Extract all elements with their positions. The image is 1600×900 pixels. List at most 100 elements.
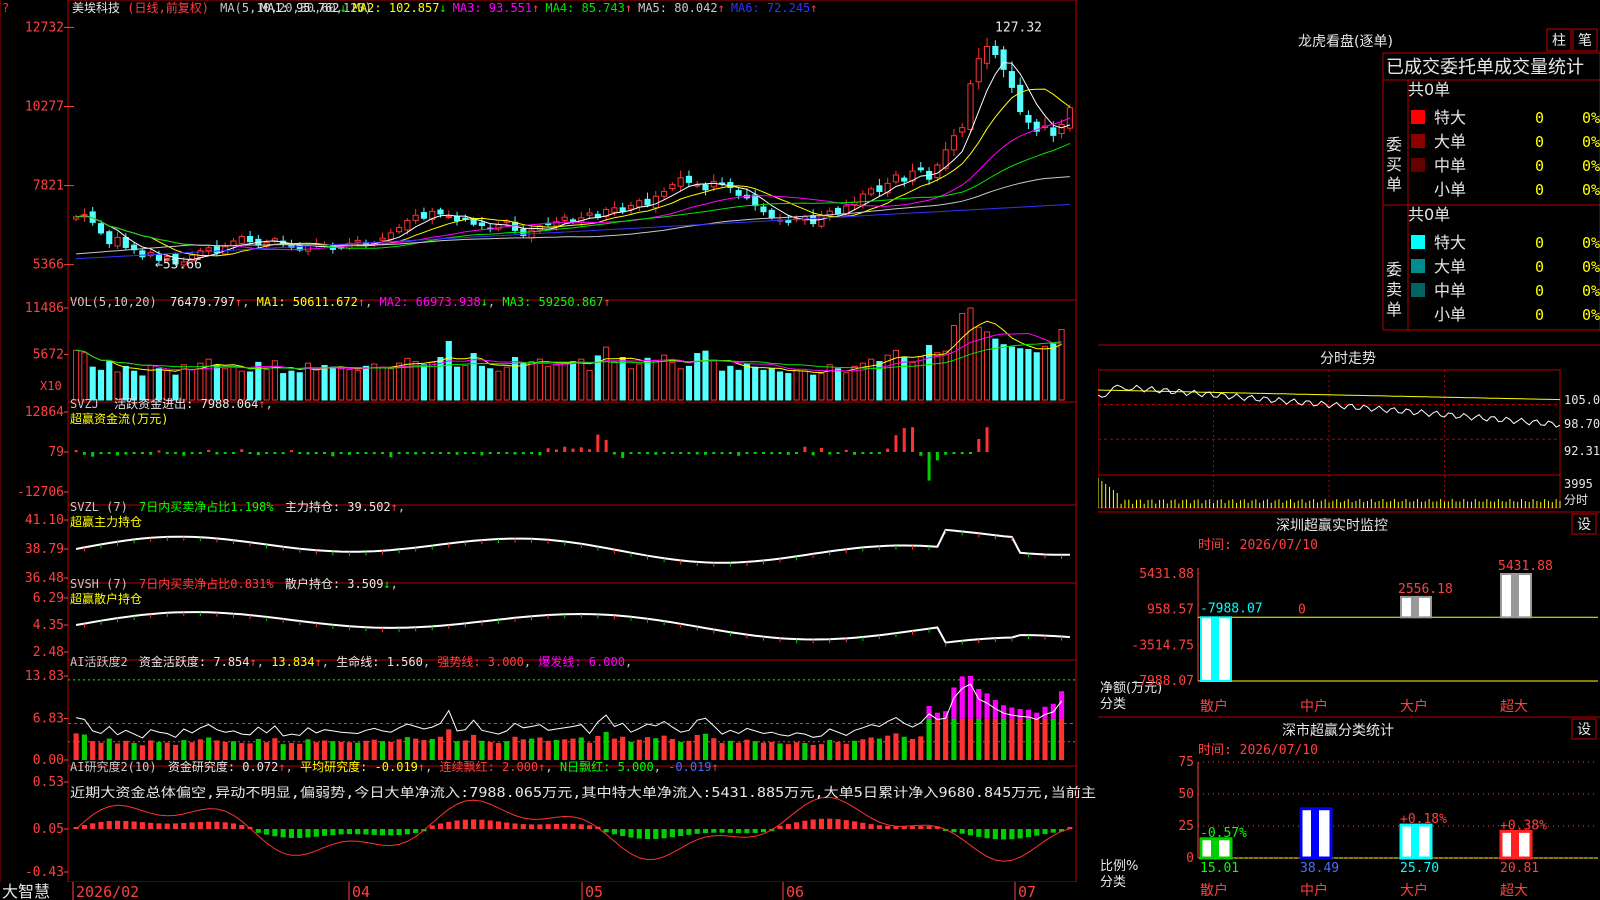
- svzj-bar: [844, 449, 848, 452]
- research-bar: [785, 824, 791, 829]
- research-bar: [810, 819, 816, 829]
- ai-bar: [959, 718, 965, 760]
- ai-bar: [330, 741, 336, 760]
- research-bar: [860, 822, 866, 829]
- ai2-a: 资金研究度: 0.072: [168, 759, 279, 774]
- ai-bar: [876, 738, 882, 760]
- ai-e: 爆发线: 6.000: [538, 654, 625, 669]
- research-bar: [413, 829, 419, 833]
- svzj-bar: [397, 452, 401, 454]
- volume-bar: [652, 360, 659, 401]
- ai-bar: [148, 740, 154, 760]
- research-bar: [1017, 829, 1023, 839]
- candle-body: [992, 45, 999, 56]
- research-bar: [876, 825, 882, 829]
- ai-bar: [611, 738, 617, 760]
- svsh-ratio: 7日内买卖净占比0.831%: [139, 576, 274, 591]
- sell-side-label: 单: [1386, 300, 1402, 319]
- chart-area[interactable]: 美埃科技 (日线,前复权) MA(5,10,20,30,60,120) ? MA…: [0, 0, 1098, 900]
- research-bar: [1050, 829, 1056, 833]
- volume-bar: [644, 357, 651, 401]
- volume-bar: [710, 360, 717, 401]
- svzj-bar: [157, 450, 161, 453]
- svzj-bar: [546, 448, 550, 452]
- volume-bar: [569, 361, 577, 401]
- volume-bar: [826, 364, 833, 401]
- svzj-bar: [662, 452, 666, 454]
- ai-bar: [131, 743, 137, 760]
- ai-bar: [388, 741, 394, 760]
- volume-bar: [801, 370, 808, 401]
- svzj-bar: [472, 452, 476, 454]
- svzj-bar: [231, 452, 235, 454]
- ma6-line: [76, 203, 1070, 260]
- ai-bar: [1050, 718, 1056, 760]
- ai2-text: 近期大资金总体偏空,异动不明显,偏弱势,今日大单净流入:7988.065万元,其…: [70, 785, 1096, 801]
- svzj-bar: [140, 452, 144, 454]
- ai2-c: 连续飘红: 2.000: [440, 759, 539, 774]
- svzj-bar: [314, 452, 318, 454]
- ai-bar: [918, 736, 924, 760]
- volume-bar: [901, 357, 908, 401]
- ma2-value: MA2: 102.857: [353, 1, 440, 15]
- ai-bar: [777, 743, 783, 760]
- svzj-bar: [339, 452, 343, 454]
- ai-bar: [413, 738, 419, 760]
- ai-a: 资金活跃度: 7.854: [139, 654, 250, 669]
- monitor-bar-core: [1411, 596, 1419, 618]
- candle-body: [1000, 49, 1007, 70]
- ai-bar: [586, 742, 593, 760]
- research-bar: [206, 821, 212, 829]
- dragon-subtitle: 已成交委托单成交量统计: [1386, 57, 1584, 78]
- candle-body: [139, 250, 146, 258]
- svzj-bar: [364, 452, 368, 454]
- volume-bar: [396, 362, 403, 401]
- svzj-bar: [646, 452, 650, 455]
- side-panel[interactable]: 龙虎看盘(逐单) 柱 笔 已成交委托单成交量统计 共0单委买单特大 0 0%大单 0 0…: [1098, 0, 1600, 900]
- research-bar: [189, 822, 195, 829]
- volume-bar: [942, 350, 949, 401]
- ai-bar: [620, 736, 626, 760]
- candle-body: [437, 209, 444, 215]
- svzj-bar: [91, 452, 95, 457]
- ai2-title: AI研究度2(10): [70, 759, 157, 774]
- ai-bar: [189, 742, 195, 760]
- volume-bar: [909, 361, 916, 401]
- candle-body: [73, 216, 80, 220]
- candle-body: [834, 207, 842, 215]
- volume-bar: [851, 365, 858, 401]
- stock-name: 美埃科技: [72, 1, 120, 15]
- volume-bar: [677, 368, 684, 401]
- svzj-bar: [107, 452, 111, 454]
- classify-settings-label: 设: [1577, 722, 1591, 738]
- svzj-bar: [737, 452, 741, 456]
- research-bar: [487, 820, 493, 829]
- low-marker-label: ←53.66: [155, 258, 202, 273]
- volume-bar: [379, 366, 386, 401]
- volume-bar: [470, 353, 477, 401]
- svzj-label: 活跃资金进出:: [114, 396, 193, 411]
- classify-category-label: 散户: [1200, 882, 1228, 899]
- ai-c: 生命线: 1.560: [336, 654, 423, 669]
- svzj-bar: [795, 452, 799, 454]
- volume-bar: [462, 365, 469, 401]
- volume-bar: [445, 341, 452, 401]
- candle-body: [213, 245, 220, 254]
- svzj-bar: [604, 439, 608, 452]
- volume-bar: [114, 371, 121, 401]
- y-tick-label: 0.05: [33, 822, 64, 837]
- svzj-bar: [347, 452, 351, 455]
- ai-burst-bar: [959, 676, 965, 719]
- ai-activity-line: [75, 683, 1062, 739]
- ma5-arrow: ↑: [718, 1, 725, 15]
- volume-bar: [164, 369, 171, 401]
- monitor-value-label: -7988.07: [1200, 601, 1263, 616]
- monitor-bar-core: [1211, 617, 1219, 681]
- svzj-bar: [447, 452, 451, 454]
- ma6-arrow: ↑: [810, 1, 817, 15]
- volume-bar: [263, 369, 270, 401]
- vol-header: VOL(5,10,20) 76479.797↑, MA1: 50611.672↑…: [70, 295, 611, 309]
- research-bar: [230, 823, 237, 829]
- vol-ma1-arrow: ↑: [358, 295, 365, 309]
- research-bar: [669, 829, 675, 838]
